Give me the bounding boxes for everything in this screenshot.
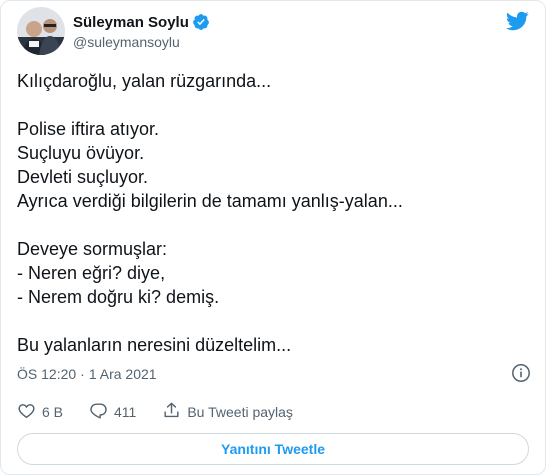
tweet-line: Devleti suçluyor. <box>17 167 149 187</box>
tweet-line: - Neren eğri? diye, <box>17 263 166 283</box>
tweet-date: 1 Ara 2021 <box>88 366 157 382</box>
reply-button[interactable]: 411 <box>89 401 136 423</box>
author-display-name[interactable]: Süleyman Soylu <box>73 14 189 31</box>
avatar[interactable] <box>17 7 65 55</box>
tweet-line: Suçluyu övüyor. <box>17 143 145 163</box>
author-names: Süleyman Soylu @suleymansoylu <box>73 12 210 50</box>
reply-count: 411 <box>114 404 137 420</box>
tweet-header: Süleyman Soylu @suleymansoylu <box>17 6 210 56</box>
share-label: Bu Tweeti paylaş <box>187 404 293 420</box>
like-button[interactable]: 6 B <box>17 401 63 423</box>
date-separator: · <box>80 366 85 382</box>
tweet-line: Kılıçdaroğlu, yalan rüzgarında... <box>17 71 272 91</box>
tweet-card: Süleyman Soylu @suleymansoylu Kılıçdaroğ… <box>0 0 546 475</box>
speech-bubble-icon <box>89 401 108 423</box>
tweet-line: Polise iftira atıyor. <box>17 119 160 139</box>
tweet-line: Ayrıca verdiği bilgilerin de tamamı yanl… <box>17 191 403 211</box>
reply-tweet-button[interactable]: Yanıtını Tweetle <box>17 433 529 465</box>
tweet-time: ÖS 12:20 <box>17 366 77 382</box>
tweet-line: - Nerem doğru ki? demiş. <box>17 287 220 307</box>
info-icon[interactable] <box>511 363 531 383</box>
like-count: 6 B <box>42 404 64 420</box>
share-upload-icon <box>162 401 181 423</box>
tweet-actions: 6 B 411 Bu Tweeti paylaş <box>17 401 293 423</box>
share-button[interactable]: Bu Tweeti paylaş <box>162 401 293 423</box>
display-name-row: Süleyman Soylu <box>73 12 210 32</box>
tweet-body: Kılıçdaroğlu, yalan rüzgarında... Polise… <box>17 69 527 357</box>
tweet-line: Deveye sormuşlar: <box>17 239 168 259</box>
twitter-bird-icon[interactable] <box>505 9 529 33</box>
heart-icon <box>17 401 36 423</box>
author-username[interactable]: @suleymansoylu <box>73 34 210 50</box>
tweet-timestamp[interactable]: ÖS 12:20 · 1 Ara 2021 <box>17 364 157 384</box>
verified-badge-icon <box>192 13 210 31</box>
tweet-line: Bu yalanların neresini düzeltelim... <box>17 335 292 355</box>
